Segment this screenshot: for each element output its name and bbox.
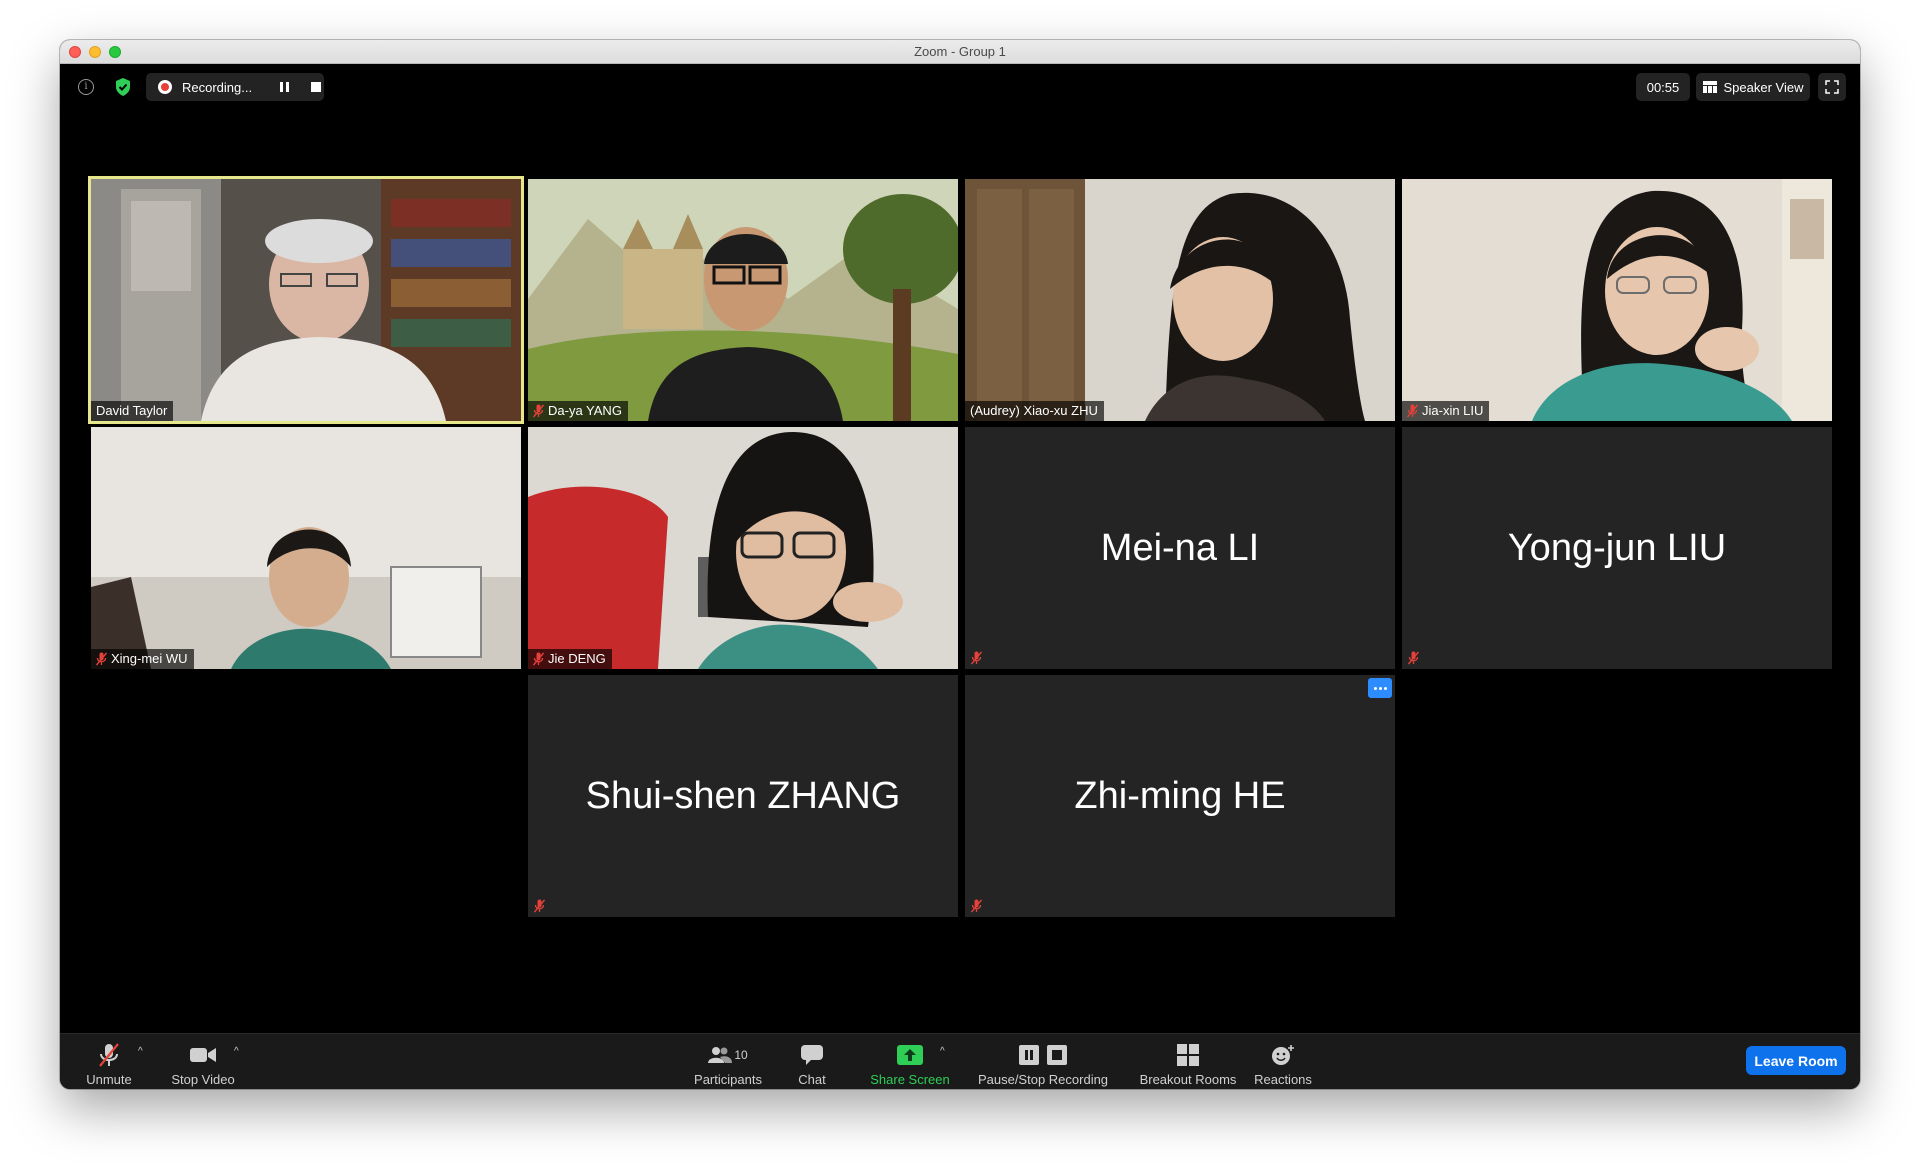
unmute-label: Unmute <box>86 1072 132 1087</box>
fullscreen-icon[interactable] <box>1818 73 1846 101</box>
share-screen-icon <box>897 1042 923 1068</box>
microphone-muted-icon <box>971 651 982 665</box>
share-options-chevron-icon[interactable]: ^ <box>940 1046 945 1057</box>
name-tile-mei-na-li[interactable]: Mei-na LI <box>965 427 1395 669</box>
shield-check-icon[interactable] <box>115 77 131 97</box>
participant-name: David Taylor <box>96 403 168 418</box>
participant-name: Jie DENG <box>548 651 606 666</box>
audio-options-chevron-icon[interactable]: ^ <box>138 1046 143 1057</box>
video-tile-jie-deng[interactable]: Jie DENG <box>528 427 958 669</box>
breakout-rooms-label: Breakout Rooms <box>1139 1072 1237 1087</box>
participant-video <box>1402 179 1832 421</box>
close-window-button[interactable] <box>69 46 81 58</box>
unmute-button[interactable]: Unmute <box>80 1034 138 1089</box>
reactions-label: Reactions <box>1254 1072 1312 1087</box>
stop-icon[interactable] <box>311 82 321 92</box>
microphone-muted-icon <box>971 899 982 913</box>
participant-name-tag: Jie DENG <box>528 649 612 669</box>
video-tile-jia-xin-liu[interactable]: Jia-xin LIU <box>1402 179 1832 421</box>
minimize-window-button[interactable] <box>89 46 101 58</box>
pause-stop-recording-label: Pause/Stop Recording <box>977 1072 1109 1087</box>
microphone-muted-icon <box>534 899 545 913</box>
participant-name: (Audrey) Xiao-xu ZHU <box>970 403 1098 418</box>
chat-label: Chat <box>798 1072 826 1087</box>
name-tile-yong-jun-liu[interactable]: Yong-jun LIU <box>1402 427 1832 669</box>
microphone-muted-icon <box>1408 651 1419 665</box>
microphone-muted-icon <box>96 652 107 666</box>
participants-count: 10 <box>734 1048 748 1062</box>
recording-label: Recording... <box>182 79 253 95</box>
participant-name-tag: Xing-mei WU <box>91 649 194 669</box>
participant-video <box>91 179 521 421</box>
chat-icon <box>800 1042 824 1068</box>
video-tile-da-ya-yang[interactable]: Da-ya YANG <box>528 179 958 421</box>
participant-video <box>528 179 958 421</box>
more-options-icon[interactable] <box>1368 678 1392 698</box>
maximize-window-button[interactable] <box>109 46 121 58</box>
participant-name-tag: Da-ya YANG <box>528 401 628 421</box>
participant-display-name: Yong-jun LIU <box>1507 526 1727 569</box>
pause-stop-recording-icon <box>1019 1042 1067 1068</box>
participant-video <box>965 179 1395 421</box>
participant-display-name: Shui-shen ZHANG <box>585 774 901 817</box>
participant-name-tag: David Taylor <box>91 401 174 421</box>
name-tile-shui-shen-zhang[interactable]: Shui-shen ZHANG <box>528 675 958 917</box>
video-options-chevron-icon[interactable]: ^ <box>234 1046 239 1057</box>
chat-button[interactable]: Chat <box>785 1034 839 1089</box>
stop-video-label: Stop Video <box>171 1072 235 1087</box>
participants-label: Participants <box>694 1072 762 1087</box>
meeting-timer: 00:55 <box>1636 73 1690 101</box>
window-title: Zoom - Group 1 <box>914 44 1006 59</box>
participant-name-tag: Jia-xin LIU <box>1402 401 1490 421</box>
pause-stop-recording-button[interactable]: Pause/Stop Recording <box>968 1034 1118 1089</box>
share-screen-button[interactable]: Share Screen <box>868 1034 952 1089</box>
microphone-muted-icon <box>533 404 544 418</box>
participant-name: Xing-mei WU <box>111 651 188 666</box>
recording-indicator: Recording... <box>146 73 324 101</box>
breakout-rooms-button[interactable]: Breakout Rooms <box>1128 1034 1248 1089</box>
reactions-icon <box>1271 1042 1295 1068</box>
name-tile-zhi-ming-he[interactable]: Zhi-ming HE <box>965 675 1395 917</box>
speaker-view-icon <box>1702 81 1717 93</box>
window-controls <box>69 46 121 58</box>
recording-icon <box>158 80 172 94</box>
microphone-muted-icon <box>1407 404 1418 418</box>
speaker-view-button[interactable]: Speaker View <box>1696 73 1810 101</box>
pause-icon[interactable] <box>280 82 289 92</box>
participant-video <box>91 427 521 669</box>
participant-display-name: Mei-na LI <box>1100 526 1260 569</box>
info-icon[interactable]: i <box>78 79 94 95</box>
participant-name-tag: (Audrey) Xiao-xu ZHU <box>965 401 1104 421</box>
video-camera-icon <box>190 1042 216 1068</box>
stop-video-button[interactable]: Stop Video <box>168 1034 238 1089</box>
microphone-muted-icon <box>98 1042 120 1068</box>
meeting-top-bar: i Recording... 00:55 Speaker View <box>60 64 1860 108</box>
participant-name: Da-ya YANG <box>548 403 622 418</box>
meeting-toolbar: Unmute ^ Stop Video ^ 10 Participants Ch… <box>60 1033 1860 1089</box>
video-tile-xing-mei-wu[interactable]: Xing-mei WU <box>91 427 521 669</box>
video-tile-david-taylor[interactable]: David Taylor <box>88 176 524 424</box>
participant-display-name: Zhi-ming HE <box>1074 774 1286 817</box>
title-bar: Zoom - Group 1 <box>60 40 1860 64</box>
reactions-button[interactable]: Reactions <box>1242 1034 1324 1089</box>
speaker-view-label: Speaker View <box>1723 79 1804 95</box>
participants-icon: 10 <box>708 1042 748 1068</box>
leave-room-button[interactable]: Leave Room <box>1746 1046 1846 1075</box>
breakout-rooms-icon <box>1177 1042 1199 1068</box>
participants-button[interactable]: 10 Participants <box>688 1034 768 1089</box>
participant-video <box>528 427 958 669</box>
participant-name: Jia-xin LIU <box>1422 403 1484 418</box>
zoom-window: Zoom - Group 1 i Recording... 00:55 Spea… <box>60 40 1860 1089</box>
share-screen-label: Share Screen <box>870 1072 950 1087</box>
microphone-muted-icon <box>533 652 544 666</box>
video-tile-audrey-xiao-xu-zhu[interactable]: (Audrey) Xiao-xu ZHU <box>965 179 1395 421</box>
